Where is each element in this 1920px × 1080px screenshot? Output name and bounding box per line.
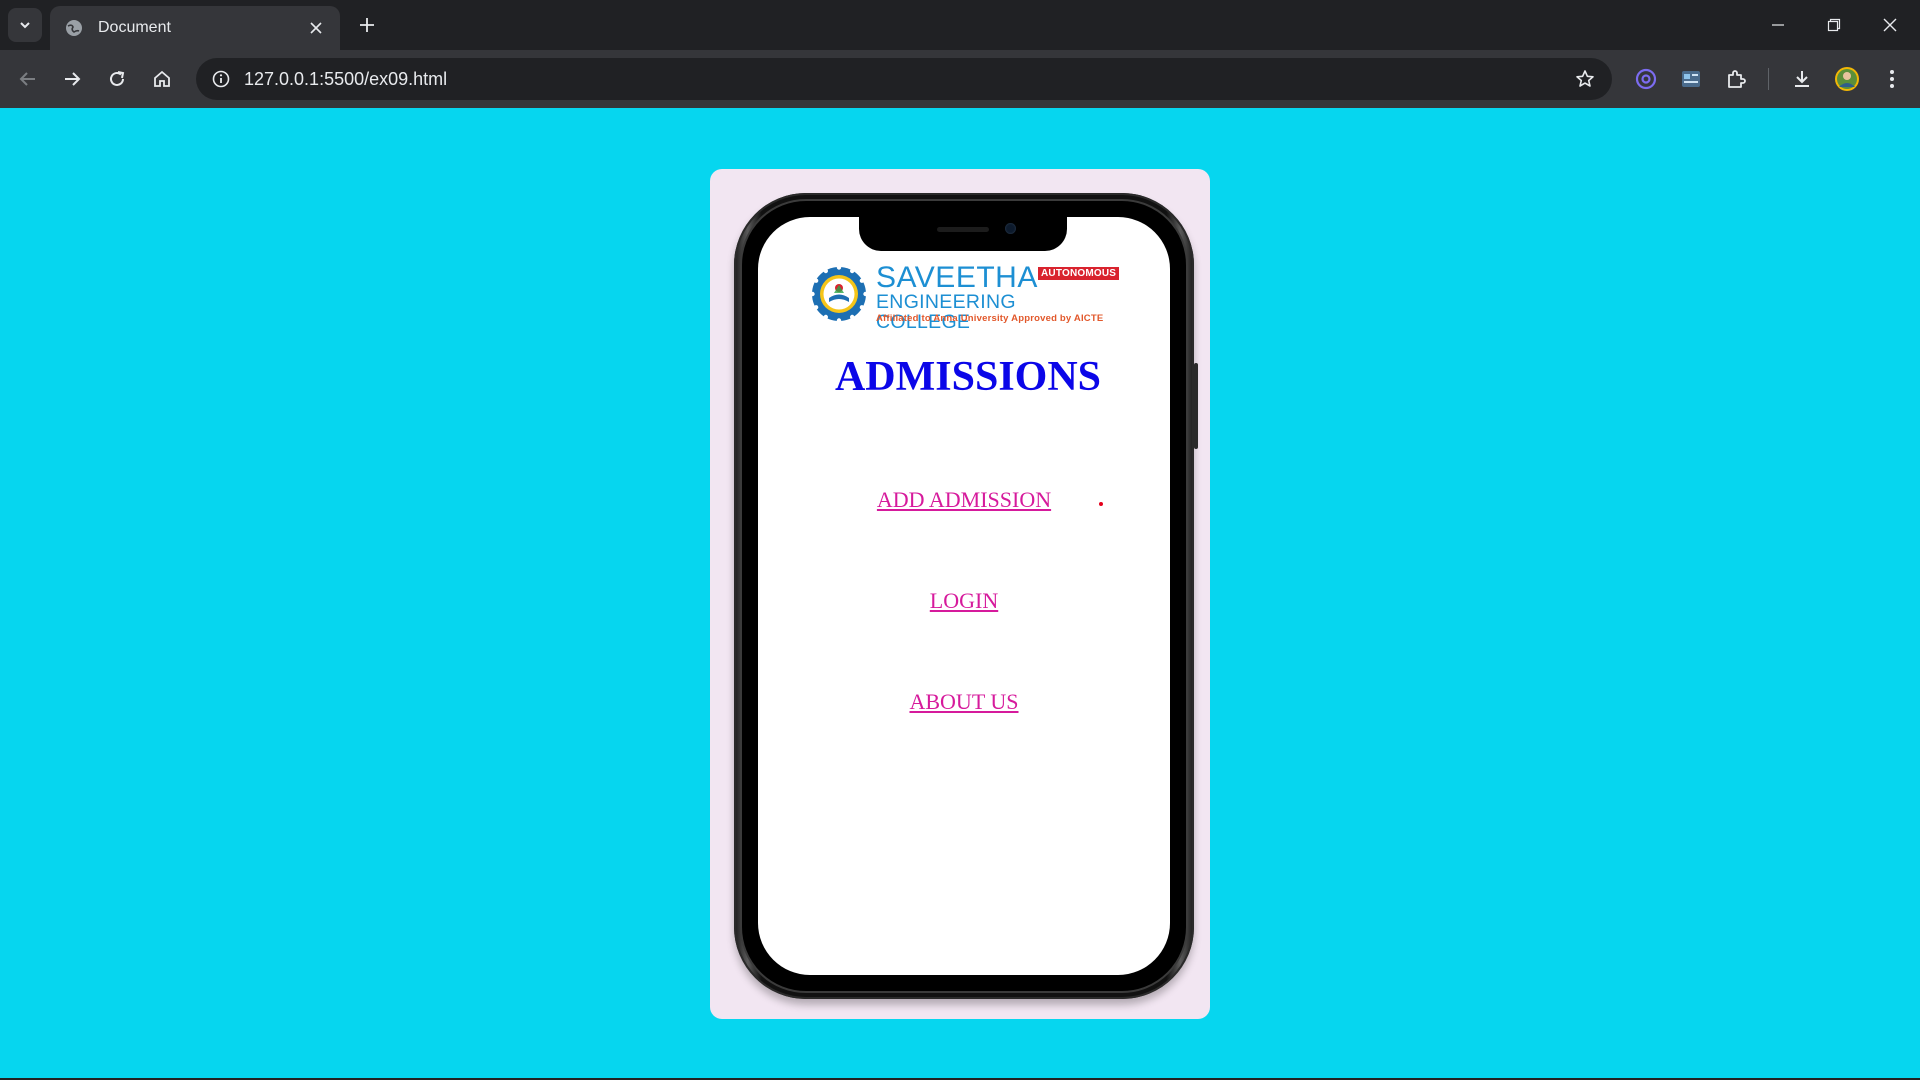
phone-frame: SAVEETHA AUTONOMOUS ENGINEERING COLLEGE … — [734, 193, 1198, 999]
page-title: ADMISSIONS — [834, 354, 1102, 400]
tab-title: Document — [98, 19, 171, 36]
tab-close-icon[interactable] — [306, 18, 326, 38]
reload-button[interactable] — [99, 61, 135, 97]
toolbar-separator — [1768, 68, 1769, 90]
tab-search-button[interactable] — [8, 8, 42, 42]
red-dot — [1099, 502, 1103, 506]
extension-window-icon[interactable] — [1675, 63, 1707, 95]
forward-button[interactable] — [54, 61, 90, 97]
home-button[interactable] — [144, 61, 180, 97]
tab-strip: Document — [0, 0, 1920, 50]
close-icon — [1883, 18, 1897, 32]
logo-name: SAVEETHA — [876, 261, 1038, 294]
phone-screen: SAVEETHA AUTONOMOUS ENGINEERING COLLEGE … — [758, 217, 1170, 975]
about-us-link[interactable]: ABOUT US — [758, 689, 1170, 715]
minimize-button[interactable] — [1750, 0, 1806, 50]
close-window-button[interactable] — [1862, 0, 1918, 50]
menu-kebab-icon[interactable] — [1876, 63, 1908, 95]
page-viewport: SAVEETHA AUTONOMOUS ENGINEERING COLLEGE … — [0, 108, 1920, 1078]
college-seal-icon — [810, 265, 868, 323]
back-button[interactable] — [10, 61, 46, 97]
login-link[interactable]: LOGIN — [758, 588, 1170, 614]
globe-icon — [66, 20, 82, 36]
phone-side-button — [1194, 363, 1198, 449]
home-icon — [154, 70, 170, 87]
minimize-icon — [1772, 24, 1784, 26]
phone-card: SAVEETHA AUTONOMOUS ENGINEERING COLLEGE … — [710, 169, 1210, 1019]
site-info-icon[interactable] — [200, 58, 242, 100]
address-bar[interactable]: 127.0.0.1:5500/ex09.html — [196, 58, 1612, 100]
arrow-left-icon — [19, 72, 35, 86]
logo-college: ENGINEERING COLLEGE — [876, 291, 1016, 333]
college-logo: SAVEETHA AUTONOMOUS ENGINEERING COLLEGE … — [810, 261, 1120, 332]
chevron-down-icon — [20, 22, 30, 29]
restore-button[interactable] — [1806, 0, 1862, 50]
new-tab-button[interactable] — [352, 10, 382, 40]
download-icon[interactable] — [1786, 63, 1818, 95]
add-admission-link[interactable]: ADD ADMISSION — [758, 487, 1170, 513]
phone-notch — [859, 217, 1067, 251]
reload-icon — [110, 71, 125, 86]
arrow-right-icon — [65, 72, 81, 86]
extensions-puzzle-icon[interactable] — [1720, 63, 1752, 95]
camera-icon — [1005, 223, 1016, 234]
plus-icon — [360, 18, 374, 32]
profile-avatar[interactable] — [1831, 63, 1863, 95]
extension-at-icon[interactable] — [1630, 63, 1662, 95]
logo-tagline: Affiliated to Anna University Approved b… — [876, 313, 1104, 324]
bookmark-star-icon[interactable] — [1564, 58, 1606, 100]
restore-icon — [1827, 18, 1841, 32]
browser-tab[interactable]: Document — [50, 6, 340, 50]
url-text[interactable]: 127.0.0.1:5500/ex09.html — [244, 69, 1564, 90]
logo-badge: AUTONOMOUS — [1038, 267, 1120, 280]
browser-toolbar: 127.0.0.1:5500/ex09.html — [0, 50, 1920, 108]
